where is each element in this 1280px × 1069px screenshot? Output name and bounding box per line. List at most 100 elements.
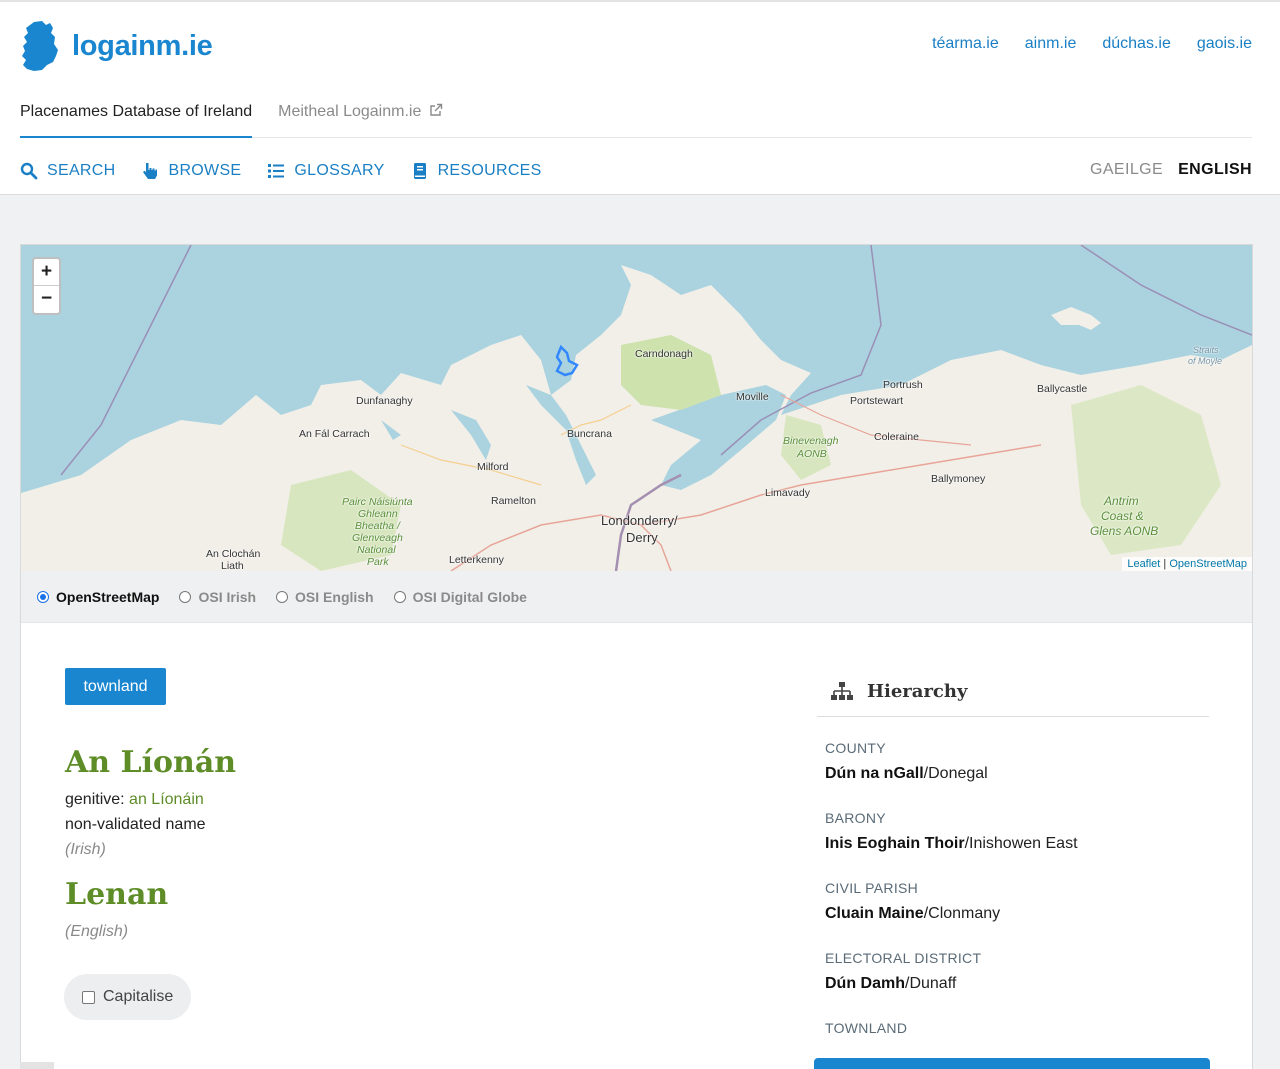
layer-osi-irish-label: OSI Irish: [198, 588, 257, 605]
irish-language-tag: (Irish): [65, 841, 106, 858]
map-attribution: Leaflet | OpenStreetMap: [1122, 557, 1252, 571]
hierarchy-townland: TOWNLAND: [817, 1020, 1209, 1036]
hierarchy-barony: BARONY Inis Eoghain Thoir/Inishowen East: [817, 810, 1209, 853]
civil-parish-english: /Clonmany: [923, 905, 1001, 922]
external-link-icon: [430, 103, 443, 116]
nav-browse[interactable]: BROWSE: [141, 162, 241, 180]
main-nav: SEARCH BROWSE GLOSSARY RESOURCES: [20, 162, 542, 180]
hierarchy-county-value[interactable]: Dún na nGall/Donegal: [825, 765, 1209, 783]
map-label-glenveagh-5: National: [357, 544, 396, 556]
capitalise-toggle[interactable]: Capitalise: [64, 974, 191, 1020]
layer-osi-irish[interactable]: OSI Irish: [179, 589, 256, 605]
hierarchy-title: Hierarchy: [867, 681, 968, 702]
english-place-name: Lenan: [65, 877, 169, 912]
zoom-control: + −: [32, 257, 61, 315]
language-switcher: GAEILGE ENGLISH: [1090, 161, 1252, 179]
map-label-dunfanaghy: Dunfanaghy: [356, 395, 413, 407]
hierarchy-electoral-district-value[interactable]: Dún Damh/Dunaff: [825, 975, 1209, 993]
nav-search-label: SEARCH: [47, 162, 116, 179]
hierarchy-barony-value[interactable]: Inis Eoghain Thoir/Inishowen East: [825, 835, 1209, 853]
barony-english: /Inishowen East: [964, 835, 1078, 852]
layer-osi-english[interactable]: OSI English: [276, 589, 374, 605]
hierarchy-civil-parish-label: CIVIL PARISH: [825, 880, 919, 896]
link-tearma[interactable]: téarma.ie: [932, 35, 999, 53]
electoral-district-irish: Dún Damh: [825, 975, 905, 992]
capitalise-label: Capitalise: [103, 988, 174, 1005]
hierarchy-county-label: COUNTY: [825, 740, 886, 756]
map-label-binevenagh: Binevenagh: [783, 435, 839, 447]
layer-openstreetmap-radio[interactable]: [37, 590, 49, 603]
scroll-corner: [20, 1062, 54, 1069]
map-label-binevenagh-aonb: AONB: [797, 448, 827, 460]
hierarchy-header: Hierarchy: [817, 667, 1209, 717]
map-label-coleraine: Coleraine: [874, 431, 919, 443]
map-label-carndonagh: Carndonagh: [635, 348, 693, 360]
map-label-an-fal-carrach: An Fál Carrach: [299, 428, 370, 440]
hierarchy-current-townland[interactable]: [814, 1058, 1210, 1069]
nav-glossary-label: GLOSSARY: [294, 162, 385, 179]
tab-placenames-database[interactable]: Placenames Database of Ireland: [20, 90, 253, 138]
civil-parish-irish: Cluain Maine: [825, 905, 924, 922]
map-label-glenveagh-2: Ghleann: [358, 508, 398, 520]
layer-osi-digital-globe-label: OSI Digital Globe: [412, 588, 527, 605]
link-duchas[interactable]: dúchas.ie: [1102, 35, 1171, 53]
layer-openstreetmap[interactable]: OpenStreetMap: [37, 589, 159, 605]
lang-gaeilge[interactable]: GAEILGE: [1090, 161, 1163, 179]
external-links: téarma.ie ainm.ie dúchas.ie gaois.ie: [932, 35, 1252, 53]
map-label-portrush: Portrush: [883, 379, 923, 391]
county-irish: Dún na nGall: [825, 765, 924, 782]
layer-osi-english-radio[interactable]: [276, 590, 289, 603]
hierarchy-civil-parish-value[interactable]: Cluain Maine/Clonmany: [825, 905, 1209, 923]
leaflet-link[interactable]: Leaflet: [1127, 558, 1160, 570]
layer-osi-digital-globe-radio[interactable]: [393, 590, 406, 603]
irish-place-name: An Líonán: [65, 745, 237, 780]
map-view[interactable]: Carndonagh Moville Portrush Portstewart …: [21, 245, 1252, 571]
genitive-line: genitive: an Líonáin: [65, 791, 204, 809]
nav-browse-label: BROWSE: [168, 162, 242, 179]
map-label-derry: Derry: [626, 530, 658, 545]
zoom-in-button[interactable]: +: [34, 259, 59, 286]
map-label-antrim-3: Glens AONB: [1090, 524, 1159, 538]
hierarchy-electoral-district-label: ELECTORAL DISTRICT: [825, 950, 982, 966]
map-label-antrim-1: Antrim: [1104, 494, 1139, 508]
site-logo[interactable]: logainm.ie: [20, 20, 213, 72]
capitalise-checkbox[interactable]: [82, 990, 95, 1004]
map-label-liath: Liath: [221, 560, 244, 571]
book-icon: [413, 163, 426, 179]
layer-openstreetmap-label: OpenStreetMap: [56, 588, 160, 605]
county-english: /Donegal: [923, 765, 988, 782]
layer-osi-irish-radio[interactable]: [179, 590, 192, 603]
map-label-londonderry: Londonderry/: [601, 513, 678, 528]
tab-meitheal[interactable]: Meitheal Logainm.ie: [278, 90, 443, 138]
hierarchy-electoral-district: ELECTORAL DISTRICT Dún Damh/Dunaff: [817, 950, 1209, 993]
site-name: logainm.ie: [72, 29, 213, 62]
layer-osi-digital-globe[interactable]: OSI Digital Globe: [393, 588, 527, 605]
osm-link[interactable]: OpenStreetMap: [1169, 558, 1247, 570]
place-type-badge[interactable]: townland: [65, 668, 166, 705]
map-label-straits-2: of Moyle: [1188, 356, 1223, 366]
pointer-hand-icon: [143, 163, 158, 179]
map-label-glenveagh-4: Glenveagh: [352, 532, 403, 544]
map-label-portstewart: Portstewart: [850, 395, 904, 407]
map-label-milford: Milford: [477, 461, 509, 473]
zoom-out-button[interactable]: −: [34, 286, 59, 313]
map-label-ballymoney: Ballymoney: [931, 473, 986, 485]
nav-glossary[interactable]: GLOSSARY: [267, 162, 384, 180]
validation-status: non-validated name: [65, 816, 206, 833]
search-icon: [20, 162, 38, 180]
attribution-separator: |: [1160, 558, 1170, 570]
nav-resources[interactable]: RESOURCES: [411, 162, 542, 180]
link-gaois[interactable]: gaois.ie: [1197, 35, 1252, 53]
map-label-glenveagh-6: Park: [367, 556, 389, 568]
english-language-tag: (English): [65, 923, 129, 940]
nav-search[interactable]: SEARCH: [20, 162, 115, 180]
link-ainm[interactable]: ainm.ie: [1025, 35, 1077, 53]
hierarchy-barony-label: BARONY: [825, 810, 886, 826]
map-label-limavady: Limavady: [765, 487, 810, 499]
hierarchy-townland-label: TOWNLAND: [825, 1020, 908, 1036]
map-label-moville: Moville: [736, 391, 769, 403]
map-label-ramelton: Ramelton: [491, 495, 536, 507]
hierarchy-civil-parish: CIVIL PARISH Cluain Maine/Clonmany: [817, 880, 1209, 923]
subnav: Placenames Database of Ireland Meitheal …: [20, 90, 1252, 138]
lang-english[interactable]: ENGLISH: [1178, 161, 1252, 179]
